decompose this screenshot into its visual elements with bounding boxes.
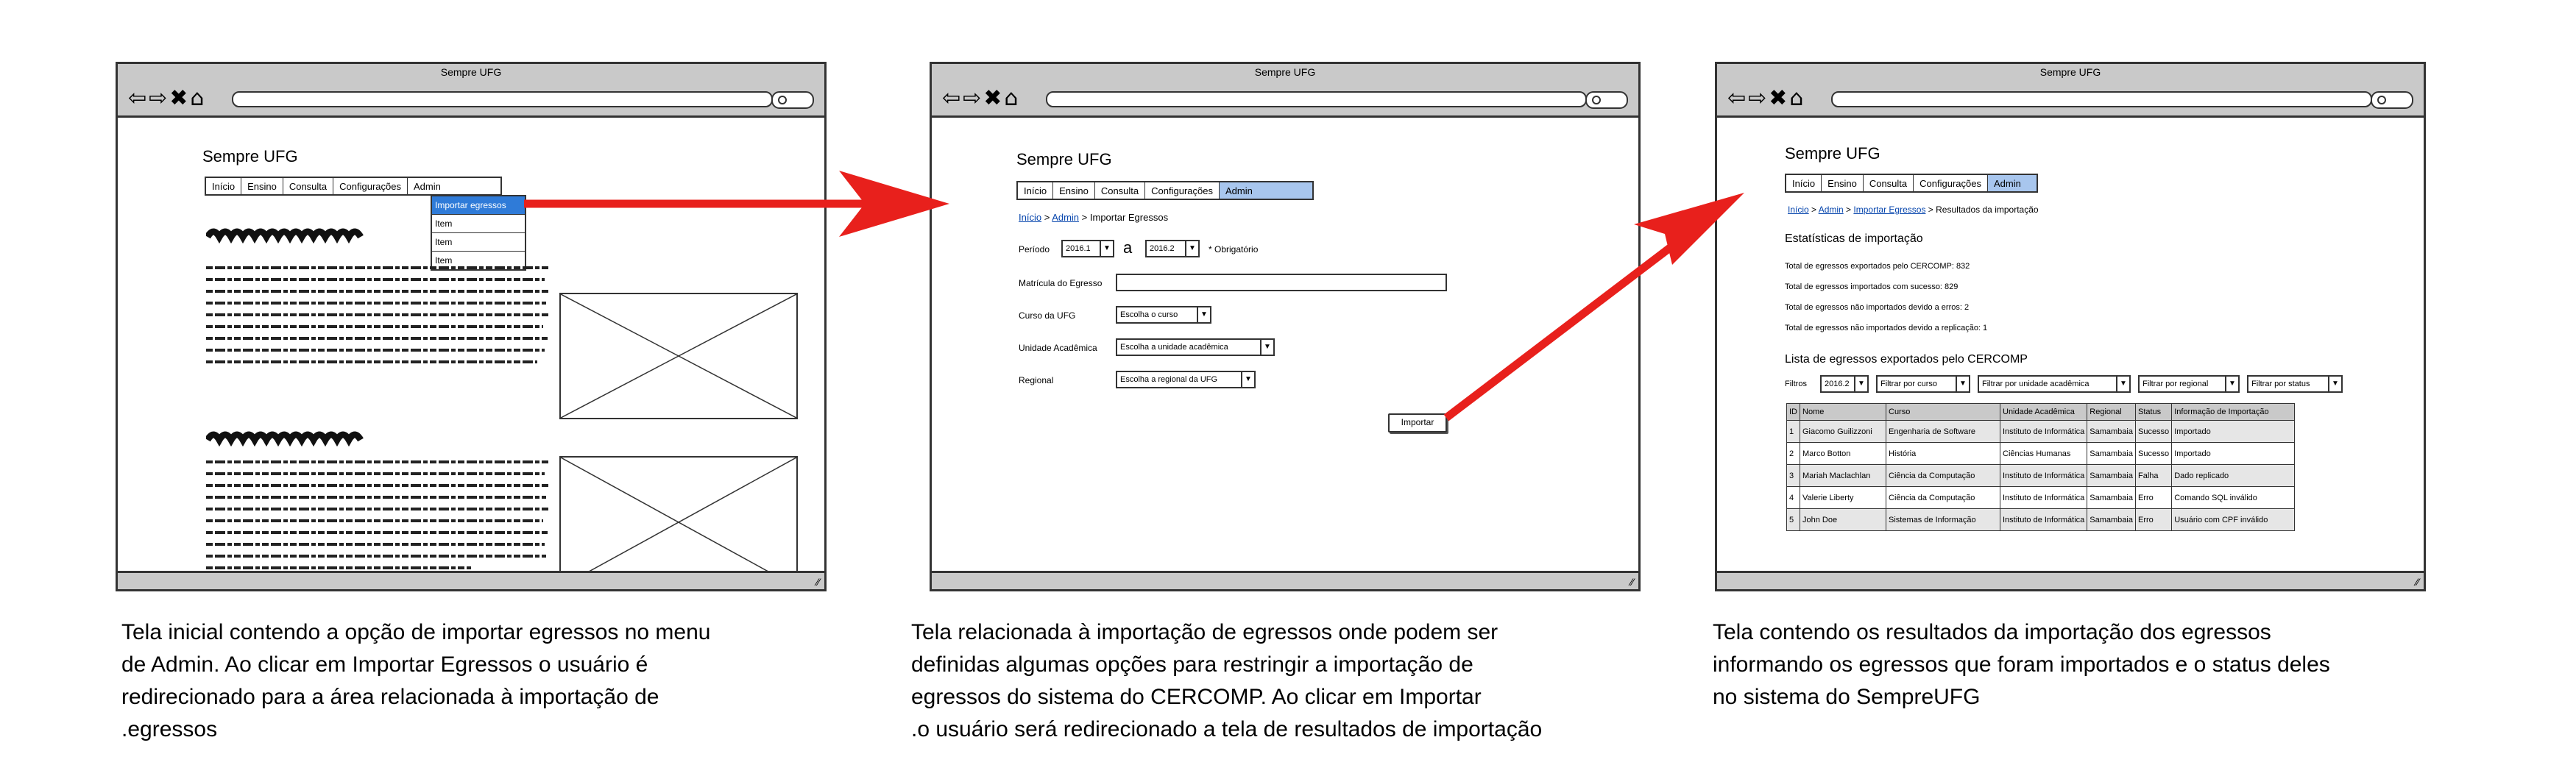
caption-line: informando os egressos que foram importa… <box>1713 652 2330 677</box>
caption-line: definidas algumas opções para restringir… <box>911 652 1473 677</box>
caption-line: .o usuário será redirecionado a tela de … <box>911 717 1543 741</box>
caption-line: egressos do sistema do CERCOMP. Ao clica… <box>911 685 1482 709</box>
caption-line: de Admin. Ao clicar em Importar Egressos… <box>121 652 648 677</box>
caption-line: Tela contendo os resultados da importaçã… <box>1713 620 2271 644</box>
caption-screen-3: Tela contendo os resultados da importaçã… <box>1713 616 2522 714</box>
caption-line: Tela inicial contendo a opção de importa… <box>121 620 711 644</box>
caption-line: .egressos <box>121 717 218 741</box>
arrow-screen1-to-screen2 <box>524 171 949 237</box>
arrow-screen2-to-screen3 <box>1443 193 1744 421</box>
caption-line: Tela relacionada à importação de egresso… <box>911 620 1498 644</box>
caption-screen-1: Tela inicial contendo a opção de importa… <box>121 616 857 746</box>
caption-line: redirecionado para a área relacionada à … <box>121 685 659 709</box>
caption-screen-2: Tela relacionada à importação de egresso… <box>911 616 1691 746</box>
caption-line: no sistema do SempreUFG <box>1713 685 1981 709</box>
